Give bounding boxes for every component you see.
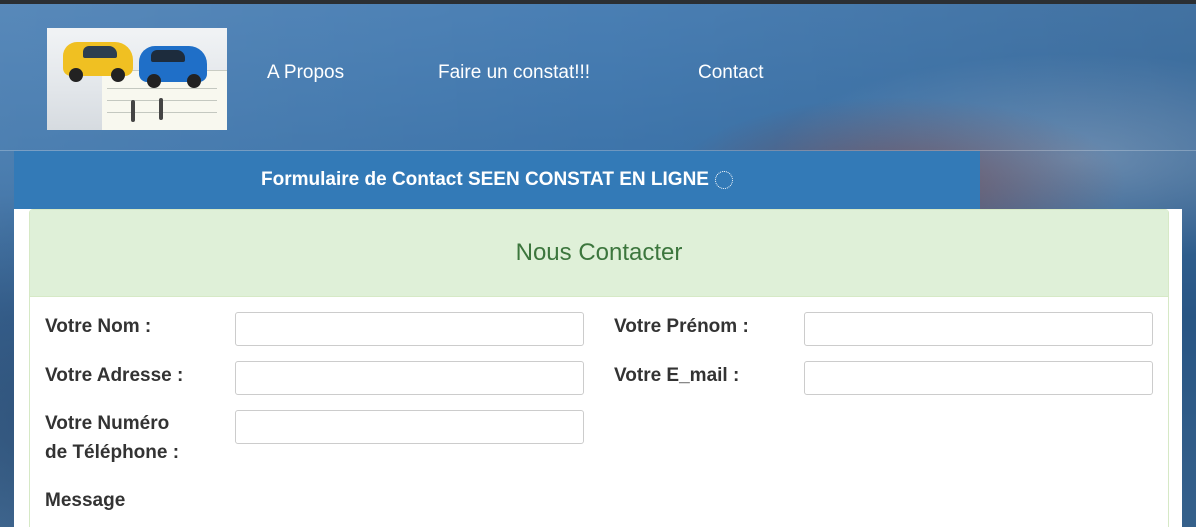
nav-a-propos[interactable]: A Propos: [267, 62, 344, 84]
telephone-label-line1: Votre Numéro: [45, 413, 170, 434]
nom-label: Votre Nom :: [45, 316, 152, 337]
logo-figurine: [159, 98, 163, 120]
logo-figurine: [131, 100, 135, 122]
logo-paper-line: [107, 88, 217, 89]
panel-heading: Nous Contacter: [30, 210, 1168, 297]
loading-spinner-icon: [714, 171, 733, 189]
telephone-input[interactable]: [235, 410, 584, 444]
browser-top-edge: [0, 0, 1196, 4]
message-label: Message: [45, 490, 126, 511]
adresse-input[interactable]: [235, 361, 584, 395]
nav-faire-un-constat[interactable]: Faire un constat!!!: [438, 62, 590, 84]
logo-yellow-car: [63, 42, 133, 82]
adresse-label: Votre Adresse :: [45, 365, 184, 386]
nom-input[interactable]: [235, 312, 584, 346]
form-banner-title: Formulaire de Contact SEEN CONSTAT EN LI…: [261, 169, 709, 190]
telephone-label-line2: de Téléphone :: [45, 442, 180, 463]
logo-blue-car: [139, 46, 207, 88]
nav-contact[interactable]: Contact: [698, 62, 763, 84]
email-input[interactable]: [804, 361, 1153, 395]
form-banner: Formulaire de Contact SEEN CONSTAT EN LI…: [14, 151, 980, 209]
prenom-input[interactable]: [804, 312, 1153, 346]
site-logo[interactable]: [47, 28, 227, 130]
email-label: Votre E_mail :: [614, 365, 740, 386]
prenom-label: Votre Prénom :: [614, 316, 749, 337]
